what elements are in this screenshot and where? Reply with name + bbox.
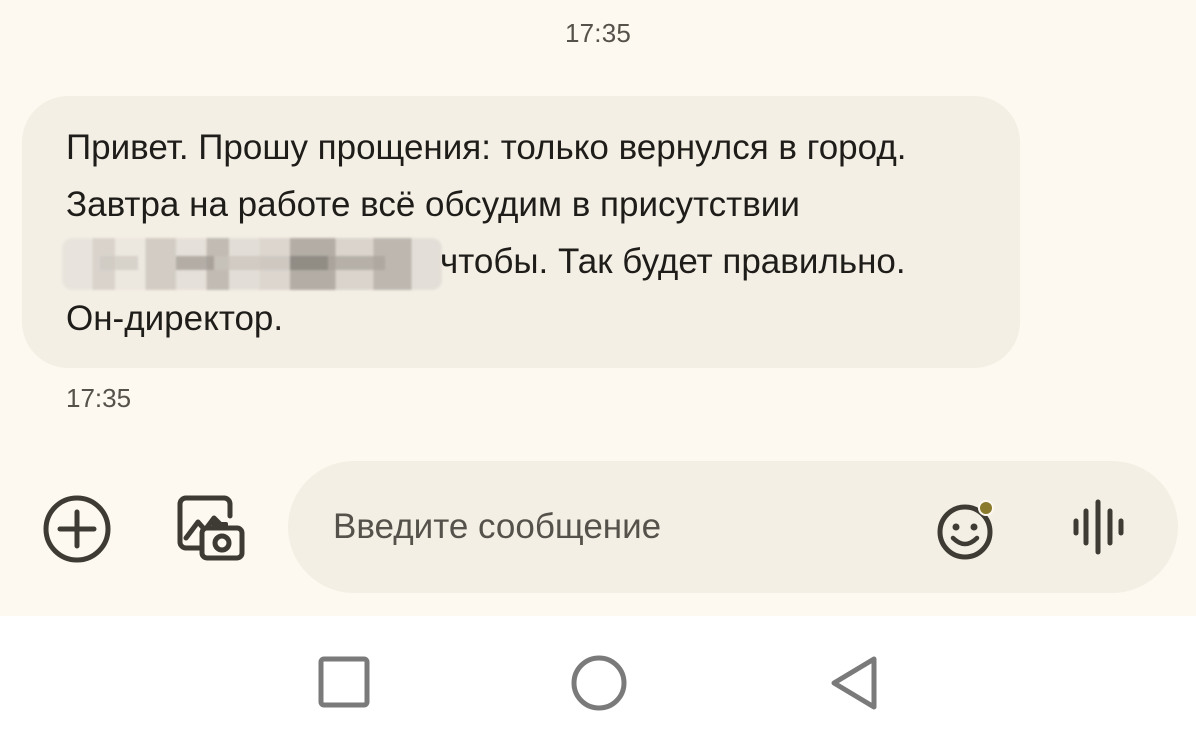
chat-area: 17:35 Привет. Прошу прощения: только вер… bbox=[0, 0, 1196, 616]
emoji-badge-dot bbox=[980, 502, 992, 514]
message-line-2: Завтра на работе всё обсудим в присутств… bbox=[66, 185, 800, 224]
incoming-message-bubble[interactable]: Привет. Прошу прощения: только вернулся … bbox=[22, 96, 1020, 368]
message-line-3: чтобы. Так будет правильно. bbox=[440, 242, 906, 281]
back-triangle-icon[interactable] bbox=[828, 654, 880, 712]
home-circle-icon[interactable] bbox=[570, 654, 628, 712]
emoji-icon[interactable] bbox=[934, 497, 1000, 563]
gallery-camera-icon[interactable] bbox=[174, 492, 248, 564]
recents-square-icon[interactable] bbox=[318, 656, 370, 708]
message-line-1: Привет. Прошу прощения: только вернулся … bbox=[66, 128, 907, 167]
system-navigation-bar bbox=[0, 616, 1196, 746]
plus-circle-icon[interactable] bbox=[40, 492, 114, 566]
redacted-text bbox=[62, 238, 442, 290]
message-input-placeholder: Введите сообщение bbox=[333, 507, 662, 546]
top-timestamp: 17:35 bbox=[564, 18, 632, 48]
voice-wave-icon[interactable] bbox=[1072, 499, 1126, 555]
message-input[interactable]: Введите сообщение bbox=[288, 461, 1178, 593]
message-line-4: Он-директор. bbox=[66, 299, 284, 338]
message-timestamp: 17:35 bbox=[66, 383, 132, 413]
